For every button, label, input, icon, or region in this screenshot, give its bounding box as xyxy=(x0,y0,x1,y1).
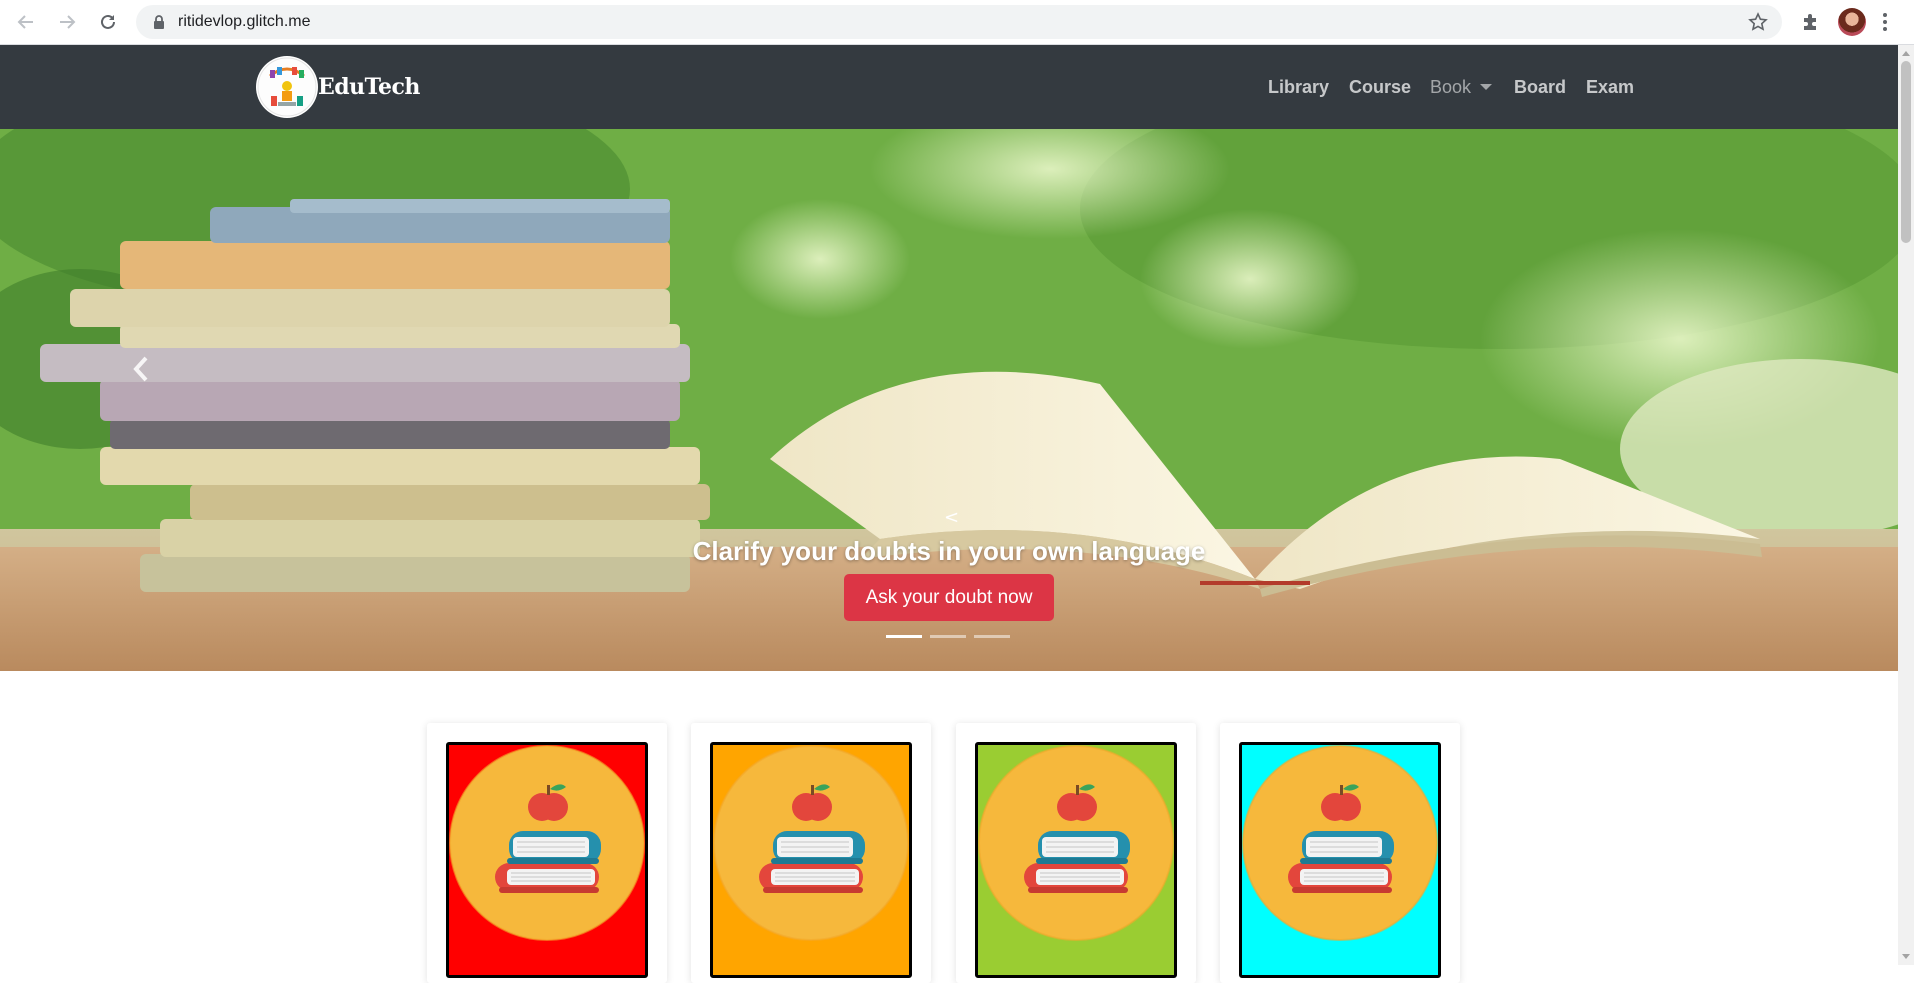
carousel-indicator-2[interactable] xyxy=(930,635,966,638)
reload-icon[interactable] xyxy=(94,8,122,36)
ask-doubt-button[interactable]: Ask your doubt now xyxy=(844,574,1054,621)
nav-link-library[interactable]: Library xyxy=(1268,77,1329,98)
book-card[interactable] xyxy=(956,723,1196,983)
url-text[interactable]: ritidevlop.glitch.me xyxy=(178,13,311,31)
nav-link-course[interactable]: Course xyxy=(1349,77,1411,98)
page-scrollbar[interactable] xyxy=(1898,45,1914,965)
scroll-thumb[interactable] xyxy=(1901,61,1911,243)
book-card[interactable] xyxy=(691,723,931,983)
nav-link-board[interactable]: Board xyxy=(1514,77,1566,98)
scroll-up-icon[interactable] xyxy=(1902,51,1910,56)
profile-avatar[interactable] xyxy=(1838,8,1866,36)
star-icon[interactable] xyxy=(1748,12,1768,32)
books-apple-icon xyxy=(1242,745,1438,975)
books-apple-icon xyxy=(978,745,1174,975)
address-bar[interactable]: ritidevlop.glitch.me xyxy=(136,5,1782,39)
nav-dropdown-book-label: Book xyxy=(1430,77,1472,97)
book-card[interactable] xyxy=(1220,723,1460,983)
lock-icon xyxy=(154,15,164,29)
carousel-prev-button[interactable] xyxy=(126,344,156,394)
book-cover[interactable] xyxy=(975,742,1177,978)
puzzle-icon[interactable] xyxy=(1800,11,1822,33)
carousel-indicator-3[interactable] xyxy=(974,635,1010,638)
caret-down-icon xyxy=(1480,84,1493,90)
back-arrow-icon[interactable] xyxy=(12,8,40,36)
browser-toolbar: ritidevlop.glitch.me xyxy=(0,0,1914,45)
hero-caption: Clarify your doubts in your own language xyxy=(692,536,1206,566)
brand-logo[interactable] xyxy=(256,56,318,118)
forward-arrow-icon[interactable] xyxy=(53,8,81,36)
scroll-down-icon[interactable] xyxy=(1902,954,1910,959)
hero-carousel: < Clarify your doubts in your own langua… xyxy=(0,129,1898,671)
caption-arrow-text: < xyxy=(944,507,960,528)
carousel-indicator-1[interactable] xyxy=(886,635,922,638)
book-cover[interactable] xyxy=(710,742,912,978)
book-card[interactable] xyxy=(427,723,667,983)
books-apple-icon xyxy=(449,745,645,975)
book-cover[interactable] xyxy=(1239,742,1441,978)
site-navbar: EduTech Library Course Book Board Exam xyxy=(0,45,1898,129)
chevron-left-icon xyxy=(133,356,148,382)
book-cover[interactable] xyxy=(446,742,648,978)
brand-name[interactable]: EduTech xyxy=(318,74,420,100)
books-apple-icon xyxy=(713,745,909,975)
nav-link-exam[interactable]: Exam xyxy=(1586,77,1634,98)
logo-emblem-icon xyxy=(257,57,317,117)
nav-dropdown-book[interactable]: Book xyxy=(1430,77,1493,98)
kebab-menu-icon[interactable] xyxy=(1882,12,1888,32)
